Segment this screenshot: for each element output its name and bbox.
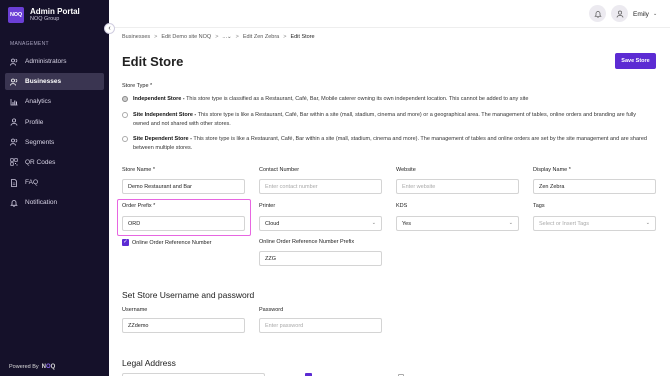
tags-label: Tags: [533, 203, 545, 209]
breadcrumb-current: Edit Store: [290, 34, 315, 40]
password-input[interactable]: Enter password: [259, 318, 382, 333]
breadcrumb-separator: >: [235, 34, 239, 40]
sidebar-item-faq[interactable]: FAQ: [5, 174, 104, 191]
password-label: Password: [259, 307, 284, 313]
breadcrumb-separator: >: [154, 34, 158, 40]
sidebar-item-profile[interactable]: Profile: [5, 114, 104, 131]
contact-number-label: Contact Number: [259, 167, 300, 173]
topbar: Emily ⌄: [109, 0, 670, 28]
chevron-left-icon: ‹: [108, 25, 111, 32]
sidebar-item-label: Analytics: [25, 98, 52, 106]
radio-button[interactable]: [122, 95, 128, 102]
radio-label: Site Dependent Store - This store type i…: [133, 136, 647, 151]
display-name-input[interactable]: Zen Zebra: [533, 179, 656, 194]
legal-address-section-title: Legal Address: [122, 358, 176, 368]
contact-number-input[interactable]: Enter contact number: [259, 179, 382, 194]
breadcrumb-separator: >: [283, 34, 287, 40]
username-label: Username: [122, 307, 148, 313]
printer-select[interactable]: Cloud ⌄: [259, 216, 382, 231]
noq-logo: NOQ: [8, 7, 24, 23]
sidebar-item-administrators[interactable]: Administrators: [5, 53, 104, 70]
bell-icon: [10, 199, 18, 207]
noq-wordmark: NOQ: [41, 364, 56, 370]
printer-value: Cloud: [265, 220, 280, 227]
display-name-label: Display Name *: [533, 167, 571, 173]
chevron-down-icon: ⌄: [645, 220, 650, 226]
sidebar-item-segments[interactable]: Segments: [5, 134, 104, 151]
sidebar-item-label: Notification: [25, 199, 58, 207]
sidebar: NOQ Admin Portal NOQ Group MANAGEMENT Ad…: [0, 0, 109, 376]
kds-value: Yes: [402, 220, 411, 227]
tags-placeholder: Select or Insert Tags: [539, 220, 590, 227]
sidebar-nav: Administrators Businesses Analytics Prof…: [5, 53, 104, 215]
sidebar-item-label: Administrators: [25, 58, 67, 65]
person-icon: [10, 118, 18, 126]
website-input[interactable]: Enter website: [396, 179, 519, 194]
store-name-label: Store Name *: [122, 167, 156, 173]
page-title: Edit Store: [122, 54, 184, 69]
powered-by-text: Powered By: [9, 364, 39, 370]
store-type-label: Store Type *: [122, 83, 153, 89]
chevron-down-icon: ⌄: [508, 220, 513, 226]
menu-heading: MANAGEMENT: [10, 41, 49, 47]
breadcrumb-item[interactable]: Businesses: [122, 34, 150, 40]
breadcrumb: Businesses > Edit Demo site NOQ > ...⌄ > Edit …: [122, 34, 315, 40]
radio-button[interactable]: [122, 135, 128, 142]
order-prefix-highlight: [117, 199, 251, 236]
document-icon: [10, 178, 18, 187]
breadcrumb-item[interactable]: Edit Demo site NOQ: [161, 34, 211, 40]
breadcrumb-item[interactable]: Edit Zen Zebra: [243, 34, 279, 40]
sidebar-item-label: Businesses: [25, 78, 62, 86]
brand[interactable]: NOQ Admin Portal NOQ Group: [8, 7, 80, 23]
online-ref-checkbox[interactable]: ✓: [122, 239, 129, 246]
app-title: Admin Portal: [30, 7, 80, 16]
chevron-down-icon[interactable]: ⌄: [653, 11, 657, 17]
online-ref-checkbox-label: Online Order Reference Number: [132, 240, 212, 246]
credentials-section-title: Set Store Username and password: [122, 290, 255, 300]
store-type-option-site-independent[interactable]: Site Independent Store - This store type…: [122, 111, 652, 128]
chevron-down-icon[interactable]: ⌄: [227, 34, 232, 40]
printer-label: Printer: [259, 203, 276, 209]
org-name: NOQ Group: [30, 16, 60, 22]
online-ref-prefix-input[interactable]: ZZG: [259, 251, 382, 266]
tags-select[interactable]: Select or Insert Tags ⌄: [533, 216, 656, 231]
chevron-down-icon: ⌄: [371, 220, 376, 226]
online-ref-prefix-label: Online Order Reference Number Prefix: [259, 239, 355, 245]
sidebar-item-businesses[interactable]: Businesses: [5, 73, 104, 91]
radio-label: Site Independent Store - This store type…: [133, 112, 636, 127]
bell-icon: [593, 10, 602, 18]
save-store-button[interactable]: Save Store: [615, 53, 656, 69]
segments-icon: [10, 138, 18, 146]
website-label: Website: [396, 167, 416, 173]
notifications-button[interactable]: [589, 5, 606, 22]
radio-button[interactable]: [122, 111, 128, 118]
sidebar-item-label: Segments: [25, 138, 55, 146]
sidebar-item-analytics[interactable]: Analytics: [5, 93, 104, 110]
username-input[interactable]: ZZdemo: [122, 318, 245, 333]
sidebar-item-label: Profile: [25, 118, 44, 126]
sidebar-item-notification[interactable]: Notification: [5, 194, 104, 211]
kds-label: KDS: [396, 203, 408, 209]
store-icon: [10, 78, 18, 86]
user-icon: [616, 10, 623, 18]
qr-icon: [10, 158, 18, 167]
kds-select[interactable]: Yes ⌄: [396, 216, 519, 231]
store-name-input[interactable]: Demo Restaurant and Bar: [122, 179, 245, 194]
sidebar-item-label: QR Codes: [25, 158, 56, 166]
radio-label: Independent Store - This store type is c…: [133, 96, 529, 102]
users-icon: [10, 58, 18, 66]
sidebar-item-qr-codes[interactable]: QR Codes: [5, 154, 104, 171]
powered-by: Powered By NOQ: [9, 364, 55, 370]
store-type-option-independent[interactable]: Independent Store - This store type is c…: [122, 95, 652, 104]
chart-icon: [10, 98, 18, 106]
store-type-option-site-dependent[interactable]: Site Dependent Store - This store type i…: [122, 135, 652, 152]
user-avatar-button[interactable]: [611, 5, 628, 22]
brand-text: Admin Portal NOQ Group: [30, 7, 80, 23]
sidebar-item-label: FAQ: [25, 179, 39, 187]
breadcrumb-separator: >: [215, 34, 219, 40]
user-name[interactable]: Emily: [633, 11, 649, 18]
sidebar-collapse-button[interactable]: ‹: [104, 23, 115, 34]
